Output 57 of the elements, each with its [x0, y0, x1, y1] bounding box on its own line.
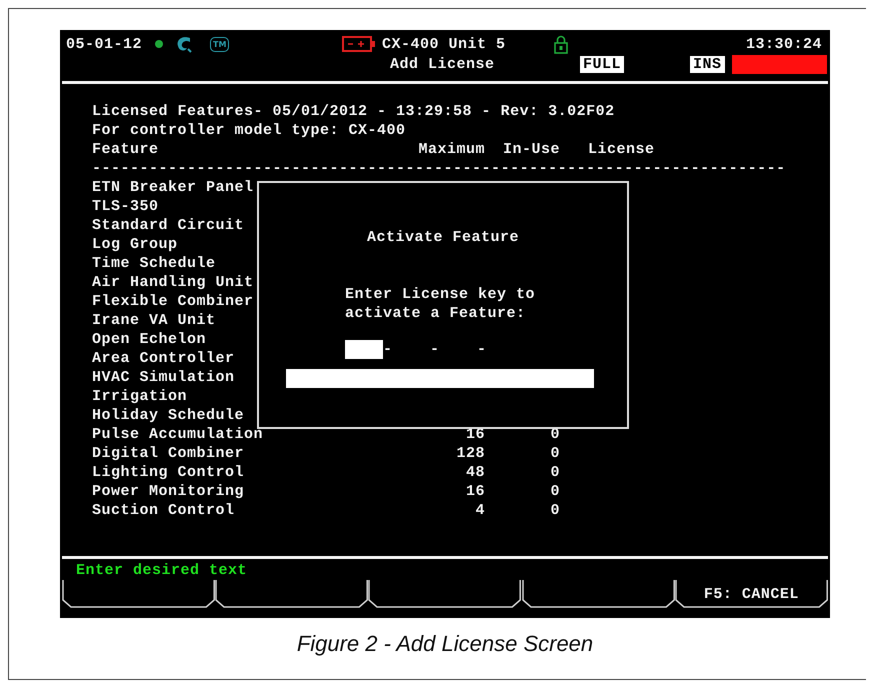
feature-name: Holiday Schedule [92, 406, 244, 425]
status-dot-icon [154, 39, 164, 49]
column-header: In-Use [502, 140, 560, 159]
feature-name: Standard Circuit [92, 216, 244, 235]
feature-name: TLS-350 [92, 197, 159, 216]
feature-name: Flexible Combiner [92, 292, 254, 311]
feature-name: Digital Combiner [92, 444, 244, 463]
prompt-text: Enter License key to [345, 285, 536, 304]
in-use-value: 0 [549, 444, 560, 463]
column-header: License [587, 140, 656, 159]
figure-caption: Figure 2 - Add License Screen [296, 631, 594, 657]
feature-name: Area Controller [92, 349, 235, 368]
battery-icon [342, 35, 376, 53]
tm-badge: TM [210, 36, 230, 52]
input-field[interactable] [286, 369, 594, 388]
date-text: 05-01-12 [66, 34, 142, 54]
feature-name: Power Monitoring [92, 482, 244, 501]
in-use-value: 0 [549, 501, 560, 520]
mode-badge: INS [690, 56, 725, 72]
feature-name: HVAC Simulation [92, 368, 235, 387]
maximum-value: 48 [464, 463, 485, 482]
unit-title: CX-400 Unit 5 [382, 34, 507, 54]
model-line: For controller model type: CX-400 [92, 121, 407, 140]
maximum-value: 4 [474, 501, 485, 520]
column-header: Maximum [417, 140, 485, 159]
softkey[interactable] [522, 580, 675, 608]
report-title: Licensed Features- 05/01/2012 - 13:29:58 - Rev: 3.02F02 [92, 102, 616, 121]
feature-name: Open Echelon [92, 330, 206, 349]
feature-name: Irane VA Unit [92, 311, 216, 330]
feature-name: Lighting Control [92, 463, 244, 482]
column-header: Feature [92, 140, 160, 159]
feature-name: ETN Breaker Panel [92, 178, 254, 197]
softkey[interactable] [368, 580, 522, 608]
feature-name: Log Group [92, 235, 178, 254]
softkey[interactable]: F5: CANCEL [674, 580, 828, 608]
key-separator: - [383, 340, 392, 359]
dialog-title: Activate Feature [366, 228, 520, 247]
key-separator: - [477, 340, 486, 359]
clock-time: 13:30:24 [746, 34, 822, 54]
feature-name: Irrigation [92, 387, 188, 406]
feature-name: Suction Control [92, 501, 235, 520]
softkey[interactable] [62, 580, 216, 608]
lock-icon [554, 34, 568, 54]
maximum-value: 16 [464, 482, 485, 501]
feature-name: Pulse Accumulation [92, 425, 264, 444]
status-message: Enter desired text [75, 561, 248, 580]
mode-badge: FULL [580, 56, 624, 72]
screen-title: Add License [390, 54, 496, 74]
maximum-value: 128 [455, 444, 485, 463]
dashed-rule: ------------------------------------------------------------------------- [92, 159, 787, 178]
in-use-value: 0 [549, 482, 560, 501]
key-separator: - [430, 340, 439, 359]
feature-name: Time Schedule [92, 254, 216, 273]
softkey[interactable] [215, 580, 368, 608]
in-use-value: 0 [549, 463, 560, 482]
prompt-text: activate a Feature: [345, 304, 527, 323]
feature-name: Air Handling Unit [92, 273, 254, 292]
